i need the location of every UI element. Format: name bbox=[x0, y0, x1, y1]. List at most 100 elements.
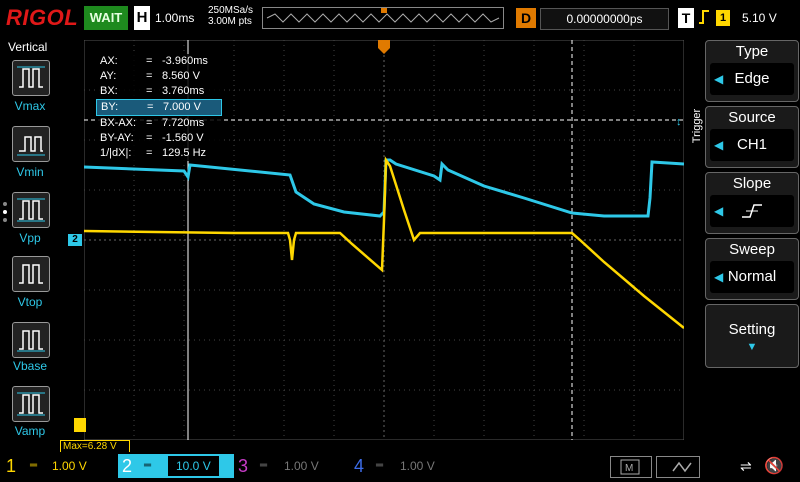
menu-title: Sweep bbox=[729, 241, 775, 258]
channel-scale: 10.0 V bbox=[168, 456, 219, 476]
vmin-icon bbox=[17, 136, 45, 156]
cursor-row-by-ay: BY-AY: = -1.560 V bbox=[96, 131, 222, 146]
rising-edge-icon bbox=[697, 9, 711, 28]
speaker-mute-icon[interactable]: 🔇 bbox=[764, 456, 784, 476]
cursor-key: AY: bbox=[100, 70, 117, 82]
cursor-value: 3.760ms bbox=[162, 85, 205, 97]
vmin-label: Vmin bbox=[16, 165, 44, 179]
vpp-label: Vpp bbox=[19, 231, 41, 245]
channel-4-tab[interactable]: 4 ═ 1.00 V bbox=[352, 454, 466, 478]
sample-rate-info: 250MSa/s 3.00M pts bbox=[208, 5, 253, 27]
menu-value-box[interactable]: ◀ Normal bbox=[710, 261, 794, 293]
menu-value: Edge bbox=[734, 70, 770, 87]
cursor-row-ax: AX: = -3.960ms bbox=[96, 54, 222, 69]
vmax-label: Vmax bbox=[14, 99, 46, 113]
timebase-value[interactable]: 1.00ms bbox=[155, 11, 194, 25]
trigger-slope-menu[interactable]: Slope ◀ bbox=[705, 172, 799, 234]
menu-value-box[interactable]: ◀ bbox=[710, 195, 794, 227]
math-button[interactable]: M bbox=[610, 456, 652, 478]
vbase-icon bbox=[17, 330, 45, 352]
memory-waveform-icon bbox=[266, 8, 500, 23]
channel-scale: 1.00 V bbox=[284, 459, 319, 473]
channel-3-tab[interactable]: 3 ═ 1.00 V bbox=[236, 454, 350, 478]
cursor-value: -1.560 V bbox=[162, 132, 204, 144]
channel-2-tab[interactable]: 2 ═ 10.0 V bbox=[118, 454, 234, 478]
channel-scale: 1.00 V bbox=[400, 459, 435, 473]
channel-number: 2 bbox=[122, 456, 133, 476]
left-arrow-icon: ◀ bbox=[714, 270, 724, 284]
cursor-row-bx-ax: BX-AX: = 7.720ms bbox=[96, 116, 222, 131]
vtop-icon bbox=[19, 264, 43, 284]
cursor-equals: = bbox=[146, 85, 153, 97]
delay-value[interactable]: 0.00000000ps bbox=[540, 8, 669, 30]
ref-button[interactable] bbox=[656, 456, 700, 478]
dc-coupling-icon: ═ bbox=[30, 460, 38, 471]
cursor-equals: = bbox=[147, 101, 154, 113]
left-arrow-icon: ◀ bbox=[714, 204, 724, 218]
vamp-label: Vamp bbox=[14, 424, 46, 438]
menu-title: Source bbox=[728, 109, 776, 126]
dc-coupling-icon: ═ bbox=[376, 460, 384, 471]
cursor-readout-table: AX: = -3.960ms AY: = 8.560 V BX: = 3.760ms BY:… bbox=[96, 54, 222, 161]
menu-value-box[interactable]: ◀ Edge bbox=[710, 63, 794, 95]
dc-coupling-icon: ═ bbox=[260, 460, 268, 471]
vertical-panel-title: Vertical bbox=[8, 40, 48, 54]
trigger-setting-menu[interactable]: Setting ▼ bbox=[705, 304, 799, 368]
cursor-row-ay: AY: = 8.560 V bbox=[96, 69, 222, 84]
delay-label: D bbox=[516, 8, 536, 28]
rising-slope-icon bbox=[742, 204, 762, 218]
chevron-down-icon: ▼ bbox=[746, 341, 758, 353]
cursor-value: 8.560 V bbox=[162, 70, 200, 82]
cursor-key: BY: bbox=[101, 101, 119, 113]
channel-number: 4 bbox=[354, 456, 365, 476]
memory-depth: 3.00M pts bbox=[208, 16, 252, 27]
cursor-value: -3.960ms bbox=[162, 55, 208, 67]
panel-page-dots[interactable] bbox=[2, 200, 10, 229]
math-icon: M bbox=[620, 459, 640, 475]
trigger-sweep-menu[interactable]: Sweep ◀ Normal bbox=[705, 238, 799, 300]
sample-rate: 250MSa/s bbox=[208, 5, 254, 16]
left-arrow-icon: ◀ bbox=[714, 138, 724, 152]
menu-title: Type bbox=[735, 43, 769, 60]
cursor-key: AX: bbox=[100, 55, 118, 67]
vmax-button[interactable] bbox=[12, 60, 50, 96]
menu-title: Setting bbox=[728, 321, 776, 338]
svg-text:M: M bbox=[625, 463, 633, 474]
vtop-button[interactable] bbox=[12, 256, 50, 292]
trigger-side-label: Trigger bbox=[691, 108, 703, 144]
cursor-value: 7.720ms bbox=[162, 117, 205, 129]
cursor-key: BX-AX: bbox=[100, 117, 137, 129]
cursor-value: 129.5 Hz bbox=[162, 147, 207, 159]
horizontal-label: H bbox=[134, 6, 150, 30]
trigger-side-label-wrap: Trigger bbox=[690, 100, 704, 160]
cursor-equals: = bbox=[146, 70, 153, 82]
trigger-type-menu[interactable]: Type ◀ Edge bbox=[705, 40, 799, 102]
trigger-source-menu[interactable]: Source ◀ CH1 bbox=[705, 106, 799, 168]
vpp-icon bbox=[17, 198, 45, 222]
ch2-offset-marker[interactable]: 2 bbox=[68, 234, 82, 246]
trigger-level-value[interactable]: 5.10 V bbox=[742, 11, 777, 25]
cursor-key: 1/|dX|: bbox=[100, 147, 132, 159]
vmax-icon bbox=[17, 66, 45, 88]
vmin-button[interactable] bbox=[12, 126, 50, 162]
channel-number: 1 bbox=[6, 456, 17, 476]
channel-1-tab[interactable]: 1 ═ 1.00 V bbox=[6, 454, 126, 478]
cursor-row-by[interactable]: BY: = 7.000 V bbox=[96, 99, 222, 116]
trigger-source-badge: 1 bbox=[716, 10, 730, 26]
cursor-key: BY-AY: bbox=[100, 132, 134, 144]
cursor-equals: = bbox=[146, 117, 153, 129]
cursor-row-freq: 1/|dX|: = 129.5 Hz bbox=[96, 146, 222, 161]
cursor-value: 7.000 V bbox=[163, 101, 201, 113]
vpp-button[interactable] bbox=[12, 192, 50, 228]
menu-value: CH1 bbox=[736, 136, 767, 153]
menu-value-box[interactable]: ◀ CH1 bbox=[710, 129, 794, 161]
vbase-button[interactable] bbox=[12, 322, 50, 358]
run-state-badge[interactable]: WAIT bbox=[84, 6, 128, 30]
ch1-offset-marker[interactable] bbox=[74, 418, 86, 432]
memory-overview-bar[interactable] bbox=[262, 7, 504, 29]
vamp-button[interactable] bbox=[12, 386, 50, 422]
left-arrow-icon: ◀ bbox=[714, 72, 724, 86]
vbase-label: Vbase bbox=[12, 359, 48, 373]
brand-logo: RIGOL bbox=[6, 5, 79, 30]
cursor-equals: = bbox=[146, 147, 153, 159]
